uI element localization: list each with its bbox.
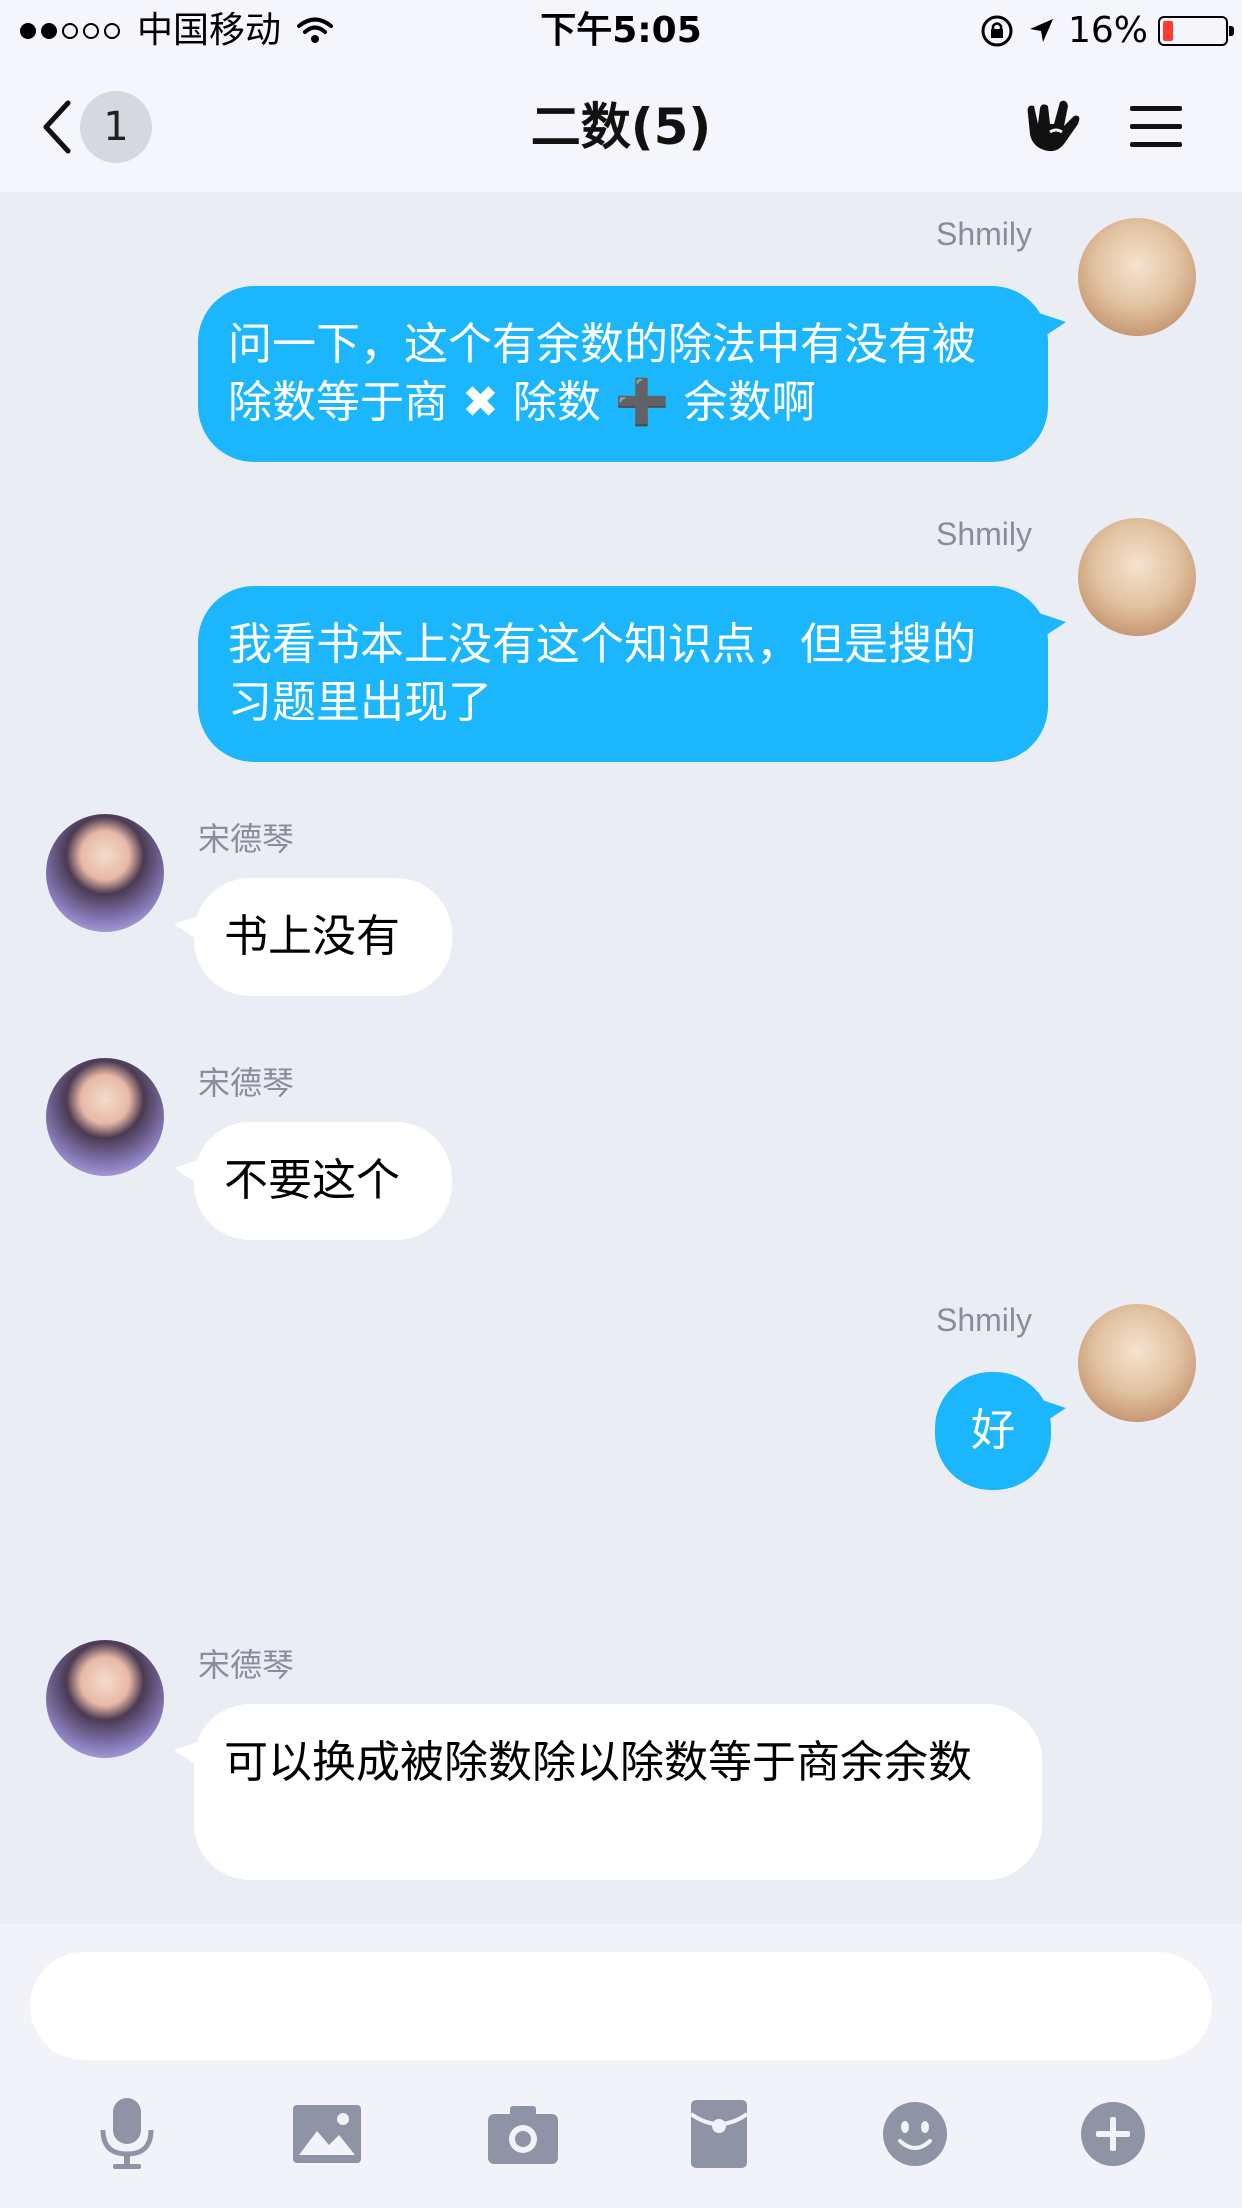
red-packet-icon <box>691 2100 747 2168</box>
microphone-icon <box>100 2098 154 2169</box>
photo-button[interactable] <box>282 2089 372 2179</box>
status-bar: 中国移动 下午5:05 16% <box>0 0 1242 62</box>
sender-name: Shmily <box>935 516 1032 552</box>
plus-icon <box>1081 2102 1145 2166</box>
rotation-lock-icon <box>981 15 1013 47</box>
rock-hand-icon <box>1027 100 1080 152</box>
battery-icon <box>1158 16 1234 46</box>
avatar[interactable] <box>1078 518 1196 636</box>
emoji-button[interactable] <box>870 2089 960 2179</box>
camera-icon <box>488 2106 558 2164</box>
nav-bar: 1 二数(5) <box>0 62 1242 192</box>
sender-name: 宋德琴 <box>198 1647 295 1683</box>
message-bubble[interactable]: 问一下，这个有余数的除法中有没有被除数等于商 ✖ 除数 ➕ 余数啊 <box>198 286 1048 462</box>
message-input[interactable] <box>30 1952 1212 2060</box>
camera-button[interactable] <box>478 2089 568 2179</box>
menu-button[interactable] <box>1130 102 1182 152</box>
message-bubble[interactable]: 书上没有 <box>194 878 452 996</box>
avatar[interactable] <box>46 814 164 932</box>
image-icon <box>293 2105 361 2163</box>
sender-name: Shmily <box>935 1302 1032 1338</box>
input-area <box>0 1924 1242 2208</box>
battery-percent: 16% <box>1067 10 1148 51</box>
red-packet-button[interactable] <box>674 2089 764 2179</box>
input-toolbar <box>0 2089 1242 2179</box>
more-button[interactable] <box>1068 2089 1158 2179</box>
message-bubble[interactable]: 好 <box>935 1372 1051 1490</box>
location-arrow-icon <box>1029 19 1053 42</box>
hamburger-menu-icon <box>1130 106 1182 147</box>
avatar[interactable] <box>46 1640 164 1758</box>
sender-name: 宋德琴 <box>198 1065 295 1101</box>
emoji-icon <box>883 2102 947 2166</box>
avatar[interactable] <box>1078 218 1196 336</box>
sender-name: Shmily <box>935 216 1032 252</box>
voice-button[interactable] <box>82 2089 172 2179</box>
chat-message-list[interactable]: Shmily 问一下，这个有余数的除法中有没有被除数等于商 ✖ 除数 ➕ 余数啊… <box>0 192 1242 1924</box>
avatar[interactable] <box>1078 1304 1196 1422</box>
message-bubble[interactable]: 不要这个 <box>194 1122 452 1240</box>
rock-hand-button[interactable] <box>1020 94 1086 160</box>
avatar[interactable] <box>46 1058 164 1176</box>
message-bubble[interactable]: 我看书本上没有这个知识点，但是搜的习题里出现了 <box>198 586 1048 762</box>
sender-name: 宋德琴 <box>198 821 295 857</box>
message-bubble[interactable]: 可以换成被除数除以除数等于商余余数 <box>194 1704 1042 1880</box>
